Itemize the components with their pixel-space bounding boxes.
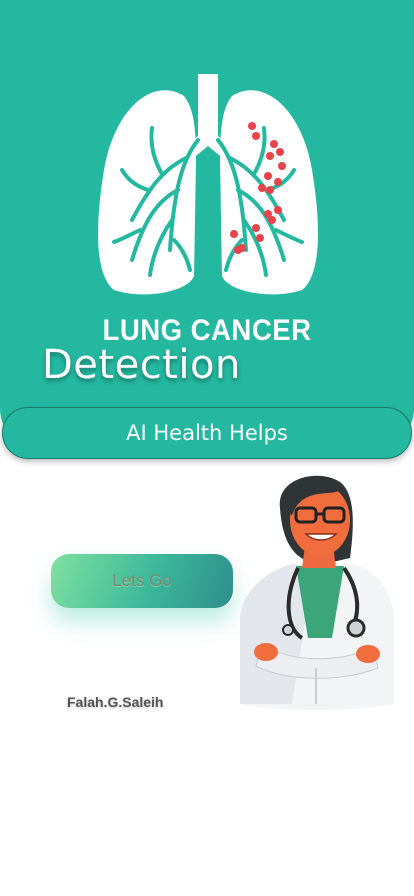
tagline-text: AI Health Helps	[126, 421, 288, 445]
doctor-icon	[240, 475, 394, 710]
page-title: Detection	[42, 342, 241, 388]
lets-go-button-label: Lets Go	[112, 571, 172, 590]
tagline-banner: AI Health Helps	[2, 407, 412, 459]
author-name: Falah.G.Saleih	[67, 694, 164, 710]
lungs-icon	[98, 74, 318, 295]
hero-banner: LUNG CANCER Detection	[0, 0, 414, 450]
lets-go-button[interactable]: Lets Go	[51, 554, 233, 608]
